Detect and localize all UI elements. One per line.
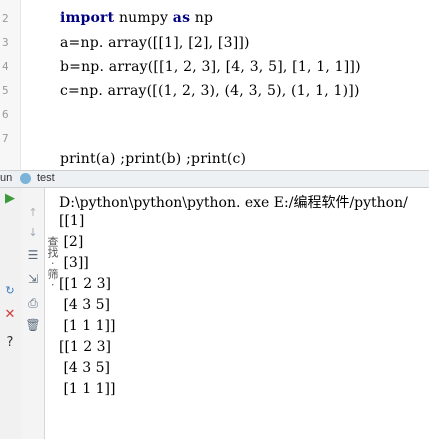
module-name: numpy	[114, 10, 173, 26]
code-line-b[interactable]: b=np. array([[1, 2, 3], [4, 3, 5], [1, 1…	[60, 59, 361, 75]
console-line: [[1]	[59, 213, 85, 229]
run-tool-header: un test	[0, 171, 429, 188]
console-line: [[1 2 3]	[59, 276, 112, 292]
code-line-import[interactable]: import numpy as np	[60, 10, 213, 26]
code-line-c[interactable]: c=np. array([(1, 2, 3), (4, 3, 5), (1, 1…	[60, 83, 360, 99]
code-editor[interactable]: 2 3 4 5 6 7 import numpy as np a=np. arr…	[0, 0, 429, 170]
code-line-a[interactable]: a=np. array([[1], [2], [3]])	[60, 35, 250, 51]
print-icon[interactable]: ⎙	[23, 296, 43, 310]
scroll-end-icon[interactable]: ⇲	[23, 272, 43, 286]
line-number: 6	[2, 108, 9, 121]
run-side-toolbar: ▶ ↻ ✕ ?	[0, 188, 23, 439]
line-number: 3	[2, 36, 9, 49]
keyword-as: as	[172, 10, 191, 26]
trash-icon[interactable]: 🗑	[23, 318, 43, 332]
down-arrow-icon[interactable]: ↓	[23, 226, 43, 240]
alias-name: np	[190, 10, 214, 26]
console-line: [1 1 1]]	[59, 318, 116, 334]
console-line: D:\python\python\python. exe E:/编程软件/pyt…	[59, 195, 408, 211]
run-config-name[interactable]: test	[37, 172, 55, 184]
run-tab-label[interactable]: un	[0, 172, 12, 184]
line-number: 4	[2, 60, 9, 73]
line-number-gutter: 2 3 4 5 6 7	[0, 0, 21, 170]
python-icon	[20, 173, 31, 184]
console-line: [4 3 5]	[59, 297, 110, 313]
wrap-icon[interactable]: ☰	[23, 248, 43, 262]
rerun-icon[interactable]: ↻	[0, 284, 20, 298]
console-line: [1 1 1]]	[59, 381, 116, 397]
line-number: 2	[2, 12, 9, 25]
run-icon[interactable]: ▶	[0, 192, 20, 206]
console-output[interactable]: D:\python\python\python. exe E:/编程软件/pyt…	[45, 188, 429, 439]
code-line-print[interactable]: print(a) ;print(b) ;print(c)	[60, 151, 246, 167]
up-arrow-icon[interactable]: ↑	[23, 206, 43, 220]
console-toolbar: ↑ ↓ ☰ ⇲ ⎙ 🗑	[22, 188, 45, 439]
console-line: [4 3 5]	[59, 360, 110, 376]
console-line: [[1 2 3]	[59, 339, 112, 355]
line-number: 7	[2, 132, 9, 145]
line-number: 5	[2, 84, 9, 97]
close-icon[interactable]: ✕	[0, 308, 20, 322]
keyword-import: import	[60, 10, 115, 26]
console-line: [3]]	[59, 255, 89, 271]
console-line: [2]	[59, 234, 84, 250]
vertical-tab-strip[interactable]: 查找 · 筛 ·	[46, 236, 60, 316]
help-icon[interactable]: ?	[0, 336, 20, 350]
